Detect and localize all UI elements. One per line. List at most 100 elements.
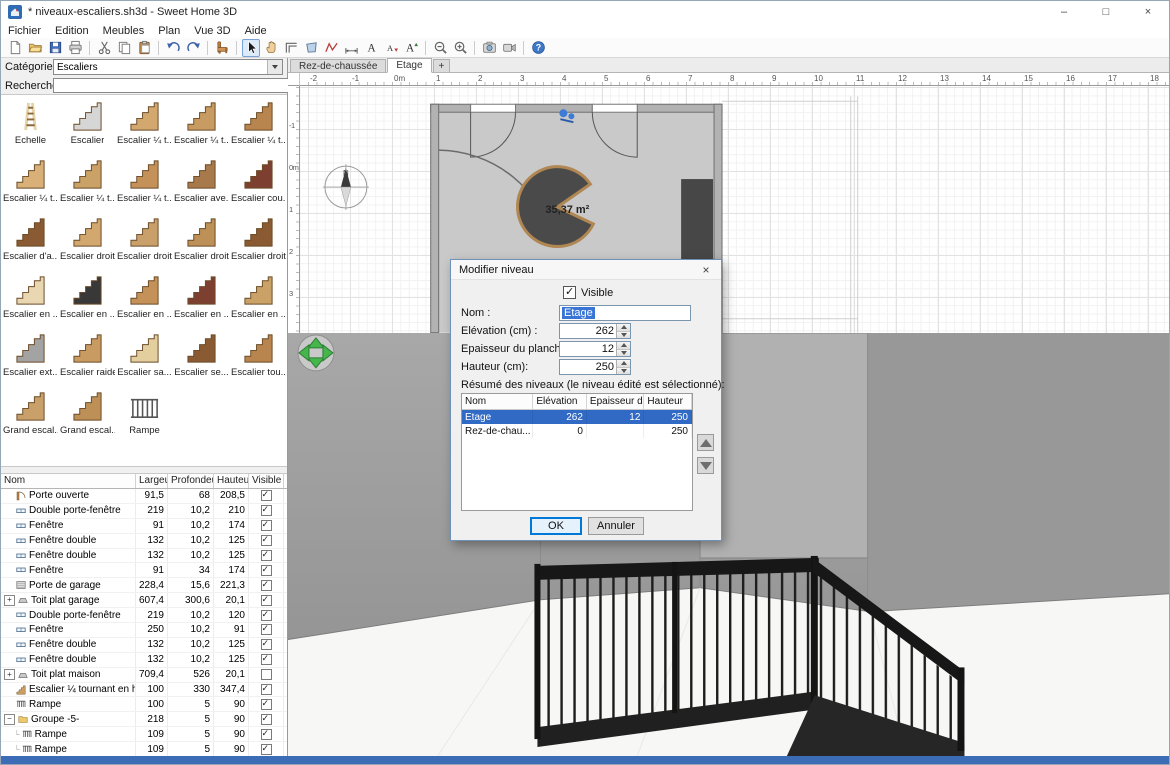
- column-header-visible[interactable]: Visible: [249, 474, 284, 488]
- create-polylines-button[interactable]: [322, 39, 340, 57]
- catalog-item-escalier-ext-20[interactable]: Escalier ext...: [2, 327, 59, 385]
- move-level-down-button[interactable]: [697, 457, 714, 474]
- visible-checkbox[interactable]: [261, 550, 272, 561]
- catalog-item-escalier-t-3[interactable]: Escalier ¼ t...: [173, 95, 230, 153]
- visible-checkbox[interactable]: [261, 565, 272, 576]
- ok-button[interactable]: OK: [530, 517, 582, 535]
- catalog-item-echelle-0[interactable]: Echelle: [2, 95, 59, 153]
- visible-checkbox[interactable]: [261, 505, 272, 516]
- furniture-row-double-porte-fen-tre-8[interactable]: Double porte-fenêtre21910,2120: [1, 608, 287, 623]
- catalog-item-escalier-t-6[interactable]: Escalier ¼ t...: [59, 153, 116, 211]
- furniture-row-double-porte-fen-tre-1[interactable]: Double porte-fenêtre21910,2210: [1, 504, 287, 519]
- catalog-item-escalier-sa-22[interactable]: Escalier sa...: [116, 327, 173, 385]
- dialog-title-bar[interactable]: Modifier niveau ×: [451, 260, 721, 280]
- furniture-row-rampe-17[interactable]: └Rampe109590: [1, 742, 287, 756]
- catalog-item-escalier-t-4[interactable]: Escalier ¼ t...: [230, 95, 287, 153]
- zoom-in-button[interactable]: [451, 39, 469, 57]
- visible-checkbox[interactable]: [261, 490, 272, 501]
- panel-splitter[interactable]: [1, 466, 287, 474]
- spinner-down-button[interactable]: [617, 350, 630, 357]
- spinner-up-button[interactable]: [617, 342, 630, 350]
- furniture-row-porte-de-garage-6[interactable]: Porte de garage228,415,6221,3: [1, 578, 287, 593]
- menu-fichier[interactable]: Fichier: [1, 25, 48, 37]
- furniture-row-fen-tre-double-11[interactable]: Fenêtre double13210,2125: [1, 653, 287, 668]
- cancel-button[interactable]: Annuler: [588, 517, 644, 535]
- copy-button[interactable]: [115, 39, 133, 57]
- visible-checkbox[interactable]: [261, 684, 272, 695]
- catalog-item-escalier-droit-12[interactable]: Escalier droit: [116, 211, 173, 269]
- furniture-row-fen-tre-double-4[interactable]: Fenêtre double13210,2125: [1, 549, 287, 564]
- open-plan-button[interactable]: [26, 39, 44, 57]
- catalog-item-escalier-t-7[interactable]: Escalier ¼ t...: [116, 153, 173, 211]
- visible-checkbox[interactable]: [261, 654, 272, 665]
- help-button[interactable]: ?: [529, 39, 547, 57]
- levels-column-epaisseur-d[interactable]: Epaisseur d...: [587, 394, 645, 409]
- create-rooms-button[interactable]: [302, 39, 320, 57]
- floor-thickness-spinner[interactable]: 12: [559, 341, 631, 357]
- increase-text-size-button[interactable]: A: [402, 39, 420, 57]
- spinner-down-button[interactable]: [617, 368, 630, 375]
- cut-button[interactable]: [95, 39, 113, 57]
- dialog-close-button[interactable]: ×: [691, 260, 721, 279]
- zoom-out-button[interactable]: [431, 39, 449, 57]
- catalog-item-escalier-d-a-10[interactable]: Escalier d'a...: [2, 211, 59, 269]
- catalog-item-escalier-en-19[interactable]: Escalier en ...: [230, 269, 287, 327]
- tab-etage[interactable]: Etage: [387, 58, 431, 73]
- furniture-row-fen-tre-2[interactable]: Fenêtre9110,2174: [1, 519, 287, 534]
- column-header-largeur[interactable]: Largeur: [136, 474, 168, 488]
- visible-checkbox[interactable]: [261, 535, 272, 546]
- plan-view[interactable]: -2-10m123456789101112131415161718 -10m12…: [288, 73, 1169, 333]
- catalog-item-escalier-t-2[interactable]: Escalier ¼ t...: [116, 95, 173, 153]
- furniture-row-fen-tre-double-10[interactable]: Fenêtre double13210,2125: [1, 638, 287, 653]
- catalog-item-escalier-se-23[interactable]: Escalier se...: [173, 327, 230, 385]
- catalog-item-escalier-en-15[interactable]: Escalier en ...: [2, 269, 59, 327]
- furniture-row-escalier-tournant-en-haut-13[interactable]: Escalier ¼ tournant en haut100330347,4: [1, 683, 287, 698]
- tree-collapse-toggle[interactable]: −: [4, 714, 15, 725]
- search-input[interactable]: [53, 78, 289, 93]
- save-plan-button[interactable]: [46, 39, 64, 57]
- furniture-row-toit-plat-maison-12[interactable]: +Toit plat maison709,452620,1: [1, 668, 287, 683]
- add-furniture-button[interactable]: [213, 39, 231, 57]
- create-walls-button[interactable]: [282, 39, 300, 57]
- visible-checkbox[interactable]: [261, 610, 272, 621]
- redo-button[interactable]: [184, 39, 202, 57]
- catalog-item-grand-escal-26[interactable]: Grand escal...: [59, 385, 116, 443]
- select-button[interactable]: [242, 39, 260, 57]
- visible-checkbox[interactable]: [563, 286, 576, 299]
- visible-checkbox[interactable]: [261, 699, 272, 710]
- new-plan-button[interactable]: [6, 39, 24, 57]
- furniture-row-fen-tre-5[interactable]: Fenêtre9134174: [1, 563, 287, 578]
- catalog-item-escalier-t-5[interactable]: Escalier ¼ t...: [2, 153, 59, 211]
- minimize-button[interactable]: –: [1043, 1, 1085, 23]
- menu-meubles[interactable]: Meubles: [96, 25, 152, 37]
- levels-column-hauteur[interactable]: Hauteur: [644, 394, 692, 409]
- title-bar[interactable]: * niveaux-escaliers.sh3d - Sweet Home 3D…: [1, 1, 1169, 23]
- furniture-row-fen-tre-double-3[interactable]: Fenêtre double13210,2125: [1, 534, 287, 549]
- catalog-item-escalier-1[interactable]: Escalier: [59, 95, 116, 153]
- spinner-up-button[interactable]: [617, 360, 630, 368]
- furniture-row-rampe-16[interactable]: └Rampe109590: [1, 727, 287, 742]
- catalog-item-escalier-en-16[interactable]: Escalier en ...: [59, 269, 116, 327]
- navigation-pad[interactable]: [298, 335, 334, 371]
- tab-rez-de-chauss-e[interactable]: Rez-de-chaussée: [290, 59, 386, 72]
- menu-vue-3d[interactable]: Vue 3D: [187, 25, 237, 37]
- move-level-up-button[interactable]: [697, 434, 714, 451]
- menu-edition[interactable]: Edition: [48, 25, 96, 37]
- visible-checkbox[interactable]: [261, 639, 272, 650]
- furniture-row-porte-ouverte-0[interactable]: Porte ouverte91,568208,5: [1, 489, 287, 504]
- create-video-button[interactable]: [500, 39, 518, 57]
- menu-plan[interactable]: Plan: [151, 25, 187, 37]
- levels-column-el-vation[interactable]: Elévation: [533, 394, 587, 409]
- visible-checkbox[interactable]: [261, 595, 272, 606]
- elevation-spinner[interactable]: 262: [559, 323, 631, 339]
- column-header-nom[interactable]: Nom: [1, 474, 136, 488]
- pan-button[interactable]: [262, 39, 280, 57]
- create-dimensions-button[interactable]: [342, 39, 360, 57]
- create-photo-button[interactable]: [480, 39, 498, 57]
- catalog-item-escalier-en-17[interactable]: Escalier en ...: [116, 269, 173, 327]
- paste-button[interactable]: [135, 39, 153, 57]
- furniture-row-groupe-5-15[interactable]: −Groupe -5-218590: [1, 712, 287, 727]
- catalog-item-escalier-en-18[interactable]: Escalier en ...: [173, 269, 230, 327]
- print-plan-button[interactable]: [66, 39, 84, 57]
- visible-checkbox[interactable]: [261, 714, 272, 725]
